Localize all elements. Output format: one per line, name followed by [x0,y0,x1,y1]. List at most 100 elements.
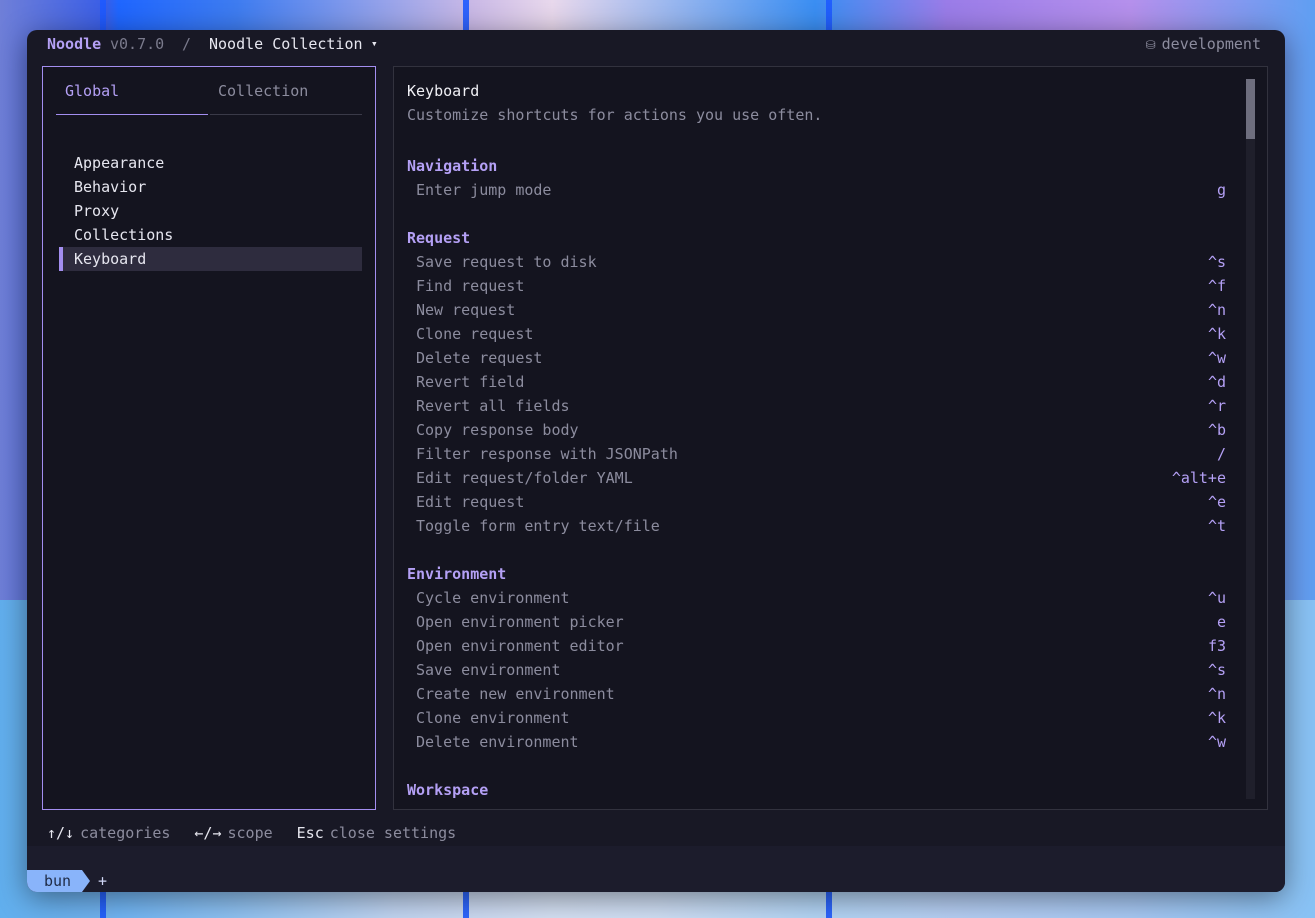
shortcut-label: Save request to disk [416,253,597,271]
shortcut-key[interactable]: ^r [1208,394,1226,418]
terminal-tab[interactable]: bun [27,870,90,892]
terminal-window: Noodle v0.7.0 / Noodle Collection ▾ ⛁ dev… [27,30,1285,892]
shortcut-row[interactable]: Filter response with JSONPath / [407,442,1227,466]
shortcut-row[interactable]: Open environment picker e [407,610,1227,634]
shortcut-key[interactable]: e [1217,610,1226,634]
terminal-tab-bar: bun + [27,846,1285,892]
shortcut-row[interactable]: Find request ^f [407,274,1227,298]
shortcut-key[interactable]: ^u [1208,586,1226,610]
shortcut-sections: Navigation Enter jump mode g Request Save re… [407,154,1227,809]
shortcut-label: Filter response with JSONPath [416,445,678,463]
settings-sidebar: Global Collection Appearance Behavior Prox… [42,66,376,810]
shortcut-label: Open environment picker [416,613,624,631]
shortcut-key[interactable]: ^b [1208,418,1226,442]
shortcut-key[interactable]: ^d [1208,370,1226,394]
shortcut-key[interactable]: ^alt+e [1172,466,1226,490]
category-item-behavior[interactable]: Behavior [59,175,362,199]
new-tab-button[interactable]: + [98,872,107,890]
shortcut-label: Delete environment [416,733,579,751]
breadcrumb-separator: / [182,35,192,53]
database-icon: ⛁ [1145,38,1156,52]
shortcut-label: Toggle form entry text/file [416,517,660,535]
shortcut-row[interactable]: Delete environment ^w [407,730,1227,754]
shortcut-row[interactable]: Clone request ^k [407,322,1227,346]
shortcut-key[interactable]: ^f [1208,274,1226,298]
shortcut-key[interactable]: ^w [1208,730,1226,754]
collection-selector[interactable]: Noodle Collection [209,35,363,53]
shortcut-label: New request [416,301,516,319]
shortcut-key[interactable]: g [1217,178,1226,202]
shortcut-row[interactable]: Revert all fields ^r [407,394,1227,418]
shortcut-label: Open environment editor [416,637,624,655]
shortcut-key[interactable]: / [1217,442,1226,466]
shortcut-row[interactable]: Revert field ^d [407,370,1227,394]
shortcut-label: Copy response body [416,421,579,439]
hint-text: close settings [329,824,457,842]
tab-collection[interactable]: Collection [210,82,362,115]
title-bar: Noodle v0.7.0 / Noodle Collection ▾ ⛁ dev… [27,30,1285,58]
shortcut-row[interactable]: Copy response body ^b [407,418,1227,442]
shortcut-key[interactable]: ^e [1208,490,1226,514]
category-item-proxy[interactable]: Proxy [59,199,362,223]
scrollbar[interactable] [1246,79,1255,799]
hint-text: scope [227,824,273,842]
section-workspace: Workspace [407,778,1227,802]
shortcut-row[interactable]: Edit request/folder YAML ^alt+e [407,466,1227,490]
shortcut-row[interactable]: New request ^n [407,298,1227,322]
shortcut-label: Find request [416,277,525,295]
settings-content: Keyboard Customize shortcuts for actions… [393,66,1268,810]
shortcut-row[interactable]: Delete request ^w [407,346,1227,370]
shortcut-label: Cycle environment [416,589,570,607]
shortcut-label: Clone environment [416,709,570,727]
chevron-down-icon[interactable]: ▾ [371,37,378,50]
scrollbar-thumb[interactable] [1246,79,1255,139]
category-item-appearance[interactable]: Appearance [59,151,362,175]
section-heading: Workspace [407,781,489,799]
section-environment: Environment Cycle environment ^u Open envir… [407,562,1227,754]
section-heading: Navigation [407,157,498,175]
shortcut-row[interactable]: Enter jump mode g [407,178,1227,202]
category-item-collections[interactable]: Collections [59,223,362,247]
category-item-keyboard[interactable]: Keyboard [59,247,362,271]
environment-label: development [1161,35,1261,53]
shortcut-row[interactable]: Create new environment ^n [407,682,1227,706]
shortcut-row[interactable]: Edit request ^e [407,490,1227,514]
hint-text: categories [80,824,171,842]
page-title: Keyboard [407,82,480,100]
section-heading: Request [407,229,471,247]
tab-label: Global [65,82,120,100]
shortcut-row[interactable]: Clone environment ^k [407,706,1227,730]
shortcut-label: Clone request [416,325,534,343]
shortcut-key[interactable]: ^n [1208,298,1226,322]
shortcut-key[interactable]: ^n [1208,682,1226,706]
page-description: Customize shortcuts for actions you use … [407,106,823,124]
shortcut-label: Edit request [416,493,525,511]
section-request: Request Save request to disk ^s Find reques… [407,226,1227,538]
shortcut-key[interactable]: ^s [1208,658,1226,682]
shortcut-row[interactable]: Open environment editor f3 [407,634,1227,658]
shortcut-row[interactable]: Save environment ^s [407,658,1227,682]
shortcut-key[interactable]: ^t [1208,514,1226,538]
hint-item: Esc close settings [297,824,457,842]
shortcut-key[interactable]: ^w [1208,346,1226,370]
tab-label: Collection [218,82,309,100]
shortcut-label: Create new environment [416,685,615,703]
category-list: Appearance Behavior Proxy Collections Keyboa… [59,151,362,271]
hint-item: ←/→ scope [194,824,272,842]
tab-global[interactable]: Global [56,82,208,115]
shortcut-row[interactable]: Save request to disk ^s [407,250,1227,274]
shortcut-key[interactable]: ^s [1208,250,1226,274]
hint-key: ↑/↓ [47,824,75,842]
section-heading: Environment [407,565,507,583]
app-version: v0.7.0 [110,35,165,53]
shortcut-key[interactable]: ^k [1208,322,1226,346]
shortcut-label: Delete request [416,349,543,367]
shortcut-row[interactable]: Toggle form entry text/file ^t [407,514,1227,538]
shortcut-key[interactable]: f3 [1208,634,1226,658]
shortcut-row[interactable]: Cycle environment ^u [407,586,1227,610]
shortcut-key[interactable]: ^k [1208,706,1226,730]
environment-selector[interactable]: ⛁ development [1146,35,1261,53]
shortcut-label: Enter jump mode [416,181,552,199]
hint-key: Esc [296,824,324,842]
shortcut-label: Revert field [416,373,525,391]
